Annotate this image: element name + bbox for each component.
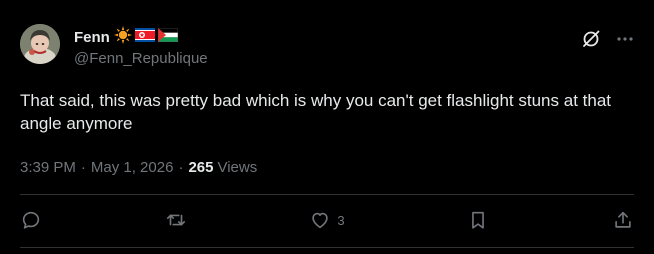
meta-separator: · xyxy=(80,159,86,176)
tweet-detail: Fenn @Fenn_Republique That said, this wa… xyxy=(0,0,654,254)
tweet-meta: 3:39 PM · May 1, 2026 · 265 Views xyxy=(20,159,257,176)
grok-icon xyxy=(583,30,600,47)
tweet-date[interactable]: May 1, 2026 xyxy=(91,159,174,176)
retweet-icon xyxy=(166,214,185,226)
bookmark-button[interactable] xyxy=(467,209,489,231)
grok-button[interactable] xyxy=(580,28,602,50)
avatar[interactable] xyxy=(20,24,60,64)
reply-icon xyxy=(22,211,40,229)
more-dots-icon xyxy=(617,37,633,41)
sun-emoji-icon xyxy=(113,25,132,49)
like-count: 3 xyxy=(337,212,345,228)
tweet-time[interactable]: 3:39 PM xyxy=(20,159,76,176)
meta-separator: · xyxy=(178,159,184,176)
views-count[interactable]: 265 xyxy=(188,159,213,176)
more-options-button[interactable] xyxy=(614,28,636,50)
divider xyxy=(20,247,634,248)
action-bar: 3 xyxy=(20,206,634,234)
views-label: Views xyxy=(217,159,258,176)
name-row: Fenn xyxy=(74,25,208,49)
share-button[interactable] xyxy=(612,209,634,231)
palestine-flag-icon xyxy=(157,27,179,47)
avatar-image xyxy=(20,24,60,64)
share-icon xyxy=(615,211,631,228)
retweet-button[interactable] xyxy=(165,209,187,231)
reply-button[interactable] xyxy=(20,209,42,231)
heart-icon xyxy=(312,212,329,229)
top-actions xyxy=(580,28,636,50)
bookmark-icon xyxy=(472,211,485,229)
display-name[interactable]: Fenn xyxy=(74,29,110,46)
user-handle[interactable]: @Fenn_Republique xyxy=(74,50,208,67)
tweet-header: Fenn @Fenn_Republique xyxy=(74,25,208,67)
north-korea-flag-icon xyxy=(134,27,155,47)
divider xyxy=(20,194,634,195)
tweet-text: That said, this was pretty bad which is … xyxy=(20,91,611,133)
like-button[interactable]: 3 xyxy=(309,209,345,231)
